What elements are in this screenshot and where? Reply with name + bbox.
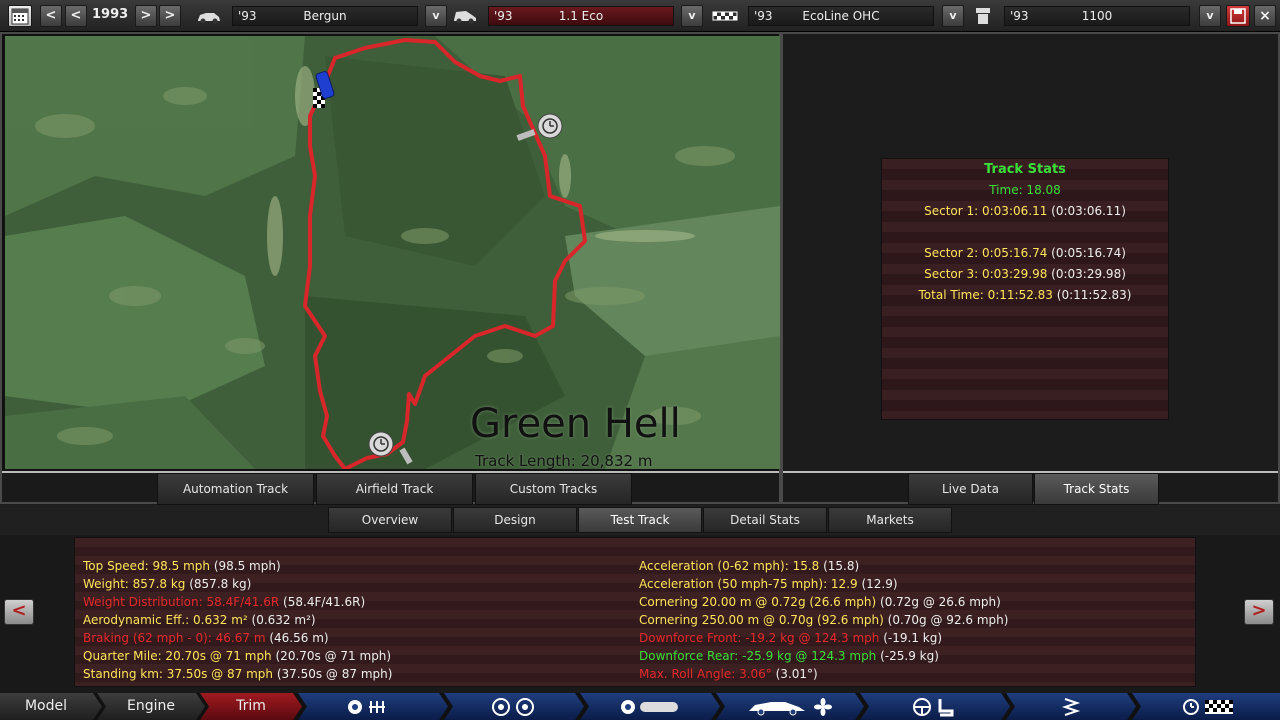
trim-dropdown-button[interactable]: v xyxy=(681,5,703,27)
stat-downforce-front: Downforce Front: -19.2 kg @ 124.3 mph (-… xyxy=(639,631,943,645)
tab-live-data[interactable]: Live Data xyxy=(908,473,1033,505)
year-prev-fast-button[interactable]: < xyxy=(40,5,62,27)
bottom-navigation: Model Engine Trim xyxy=(0,693,1280,720)
tab-custom-tracks[interactable]: Custom Tracks xyxy=(475,473,632,505)
engine-select[interactable]: '93 EcoLine OHC xyxy=(748,6,934,26)
track-time: Time: 18.08 xyxy=(989,183,1061,197)
track-stats-title: Track Stats xyxy=(984,162,1066,177)
car-model-icon xyxy=(198,13,220,24)
car-trim-icon xyxy=(454,11,476,24)
total-time: Total Time: 0:11:52.83 (0:11:52.83) xyxy=(918,288,1132,302)
model-select[interactable]: '93 Bergun xyxy=(232,6,418,26)
tab-markets[interactable]: Markets xyxy=(828,507,952,533)
save-icon[interactable] xyxy=(1226,5,1250,27)
variant-dropdown-button[interactable]: v xyxy=(1199,5,1221,27)
tab-design[interactable]: Design xyxy=(453,507,577,533)
wheels-icon xyxy=(489,697,539,717)
testing-flag-icon xyxy=(1177,697,1247,717)
test-track-stats: Top Speed: 98.5 mph (98.5 mph) Weight: 8… xyxy=(74,537,1196,687)
sector-2-time: Sector 2: 0:05:16.74 (0:05:16.74) xyxy=(924,246,1126,260)
tab-track-stats[interactable]: Track Stats xyxy=(1034,473,1159,505)
map-panel: Green Hell Track Length: 20,832 m Automa… xyxy=(0,32,781,505)
nav-engine-parts[interactable] xyxy=(580,693,720,720)
year-prev-button[interactable]: < xyxy=(65,5,87,27)
steering-seat-icon xyxy=(910,697,960,717)
tab-airfield-track[interactable]: Airfield Track xyxy=(316,473,473,505)
stat-top-speed: Top Speed: 98.5 mph (98.5 mph) xyxy=(83,559,281,573)
track-map: Green Hell Track Length: 20,832 m xyxy=(5,36,780,469)
trim-select[interactable]: '93 1.1 Eco xyxy=(488,6,674,26)
sector-timer-icon xyxy=(368,431,394,457)
main-tabs: Overview Design Test Track Detail Stats … xyxy=(0,505,1280,535)
stat-max-roll-angle: Max. Roll Angle: 3.06° (3.01°) xyxy=(639,667,818,681)
blank-row xyxy=(882,222,1168,243)
next-page-button[interactable]: > xyxy=(1244,599,1274,625)
tab-overview[interactable]: Overview xyxy=(328,507,452,533)
nav-testing[interactable] xyxy=(1132,693,1280,720)
stat-weight-distribution: Weight Distribution: 58.4F/41.6R (58.4F/… xyxy=(83,595,366,609)
year-next-button[interactable]: > xyxy=(135,5,157,27)
nav-fixtures[interactable] xyxy=(1006,693,1136,720)
nav-interior[interactable] xyxy=(860,693,1010,720)
close-icon[interactable]: × xyxy=(1254,5,1276,27)
stat-standing-km: Standing km: 37.50s @ 87 mph (37.50s @ 8… xyxy=(83,667,393,681)
sector-1-time: Sector 1: 0:03:06.11 (0:03:06.11) xyxy=(924,204,1126,218)
exhaust-icon xyxy=(618,697,682,717)
engine-icon xyxy=(712,11,738,21)
stat-accel-0-62: Acceleration (0-62 mph): 15.8 (15.8) xyxy=(639,559,860,573)
stat-cornering-20m: Cornering 20.00 m @ 0.72g (26.6 mph) (0.… xyxy=(639,595,1001,609)
stat-downforce-rear: Downforce Rear: -25.9 kg @ 124.3 mph (-2… xyxy=(639,649,939,663)
model-dropdown-button[interactable]: v xyxy=(425,5,447,27)
nav-chassis[interactable] xyxy=(298,693,448,720)
nav-body[interactable] xyxy=(716,693,864,720)
tab-detail-stats[interactable]: Detail Stats xyxy=(703,507,827,533)
spring-icon xyxy=(1061,697,1081,717)
year-display: 1993 xyxy=(92,7,129,22)
stat-weight: Weight: 857.8 kg (857.8 kg) xyxy=(83,577,252,591)
tab-automation-track[interactable]: Automation Track xyxy=(157,473,314,505)
nav-wheels[interactable] xyxy=(444,693,584,720)
sector-timer-icon xyxy=(537,113,563,139)
prev-page-button[interactable]: < xyxy=(4,599,34,625)
calendar-icon[interactable] xyxy=(8,5,32,27)
top-toolbar: < < 1993 > > '93 Bergun v '93 1.1 Eco v '9… xyxy=(0,0,1280,32)
stat-cornering-250m: Cornering 250.00 m @ 0.70g (92.6 mph) (0… xyxy=(639,613,1009,627)
nav-model[interactable]: Model xyxy=(0,693,102,720)
right-panel-tabs: Live Data Track Stats xyxy=(783,471,1278,505)
track-stats-box: Track Stats Time: 18.08 Sector 1: 0:03:0… xyxy=(881,158,1169,420)
engine-variant-icon xyxy=(976,8,990,24)
variant-select[interactable]: '93 1100 xyxy=(1004,6,1190,26)
chassis-suspension-icon xyxy=(343,697,403,717)
stat-quarter-mile: Quarter Mile: 20.70s @ 71 mph (20.70s @ … xyxy=(83,649,392,663)
stat-braking: Braking (62 mph - 0): 46.67 m (46.56 m) xyxy=(83,631,329,645)
year-next-fast-button[interactable]: > xyxy=(159,5,181,27)
nav-trim[interactable]: Trim xyxy=(200,693,302,720)
stat-accel-50-75: Acceleration (50 mph-75 mph): 12.9 (12.9… xyxy=(639,577,898,591)
stats-area: < Top Speed: 98.5 mph (98.5 mph) Weight:… xyxy=(0,535,1280,693)
tab-test-track[interactable]: Test Track xyxy=(578,507,702,533)
sector-3-time: Sector 3: 0:03:29.98 (0:03:29.98) xyxy=(924,267,1126,281)
body-aero-icon xyxy=(745,697,835,717)
right-panel: Track Stats Time: 18.08 Sector 1: 0:03:0… xyxy=(781,32,1280,505)
track-name: Green Hell xyxy=(470,401,681,447)
track-selector: Automation Track Airfield Track Custom T… xyxy=(2,471,779,505)
nav-engine[interactable]: Engine xyxy=(97,693,205,720)
track-length: Track Length: 20,832 m xyxy=(475,452,653,469)
stat-aero-eff: Aerodynamic Eff.: 0.632 m² (0.632 m²) xyxy=(83,613,316,627)
engine-dropdown-button[interactable]: v xyxy=(942,5,964,27)
